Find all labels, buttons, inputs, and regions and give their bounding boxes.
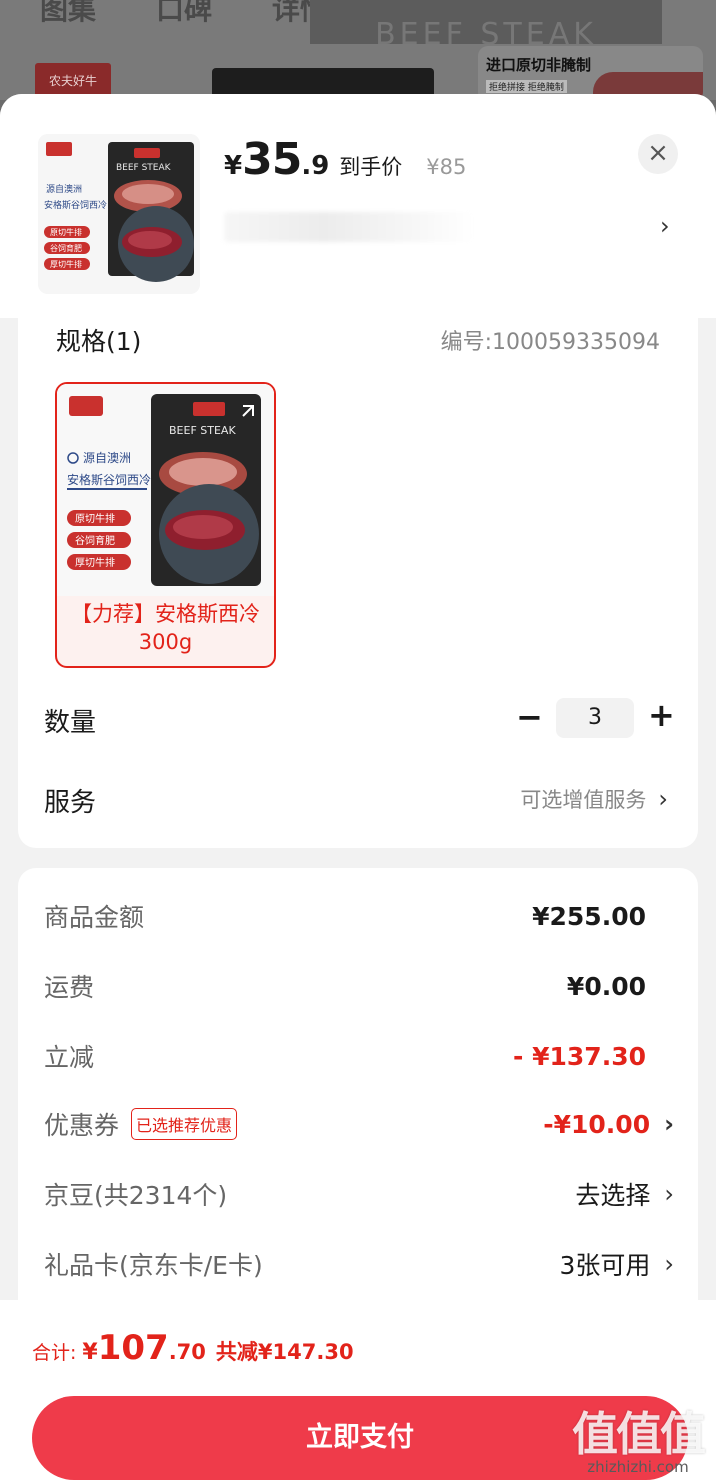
coupon-label-group: 优惠券 已选推荐优惠: [44, 1106, 238, 1142]
gift-card-value-text: 3张可用: [559, 1251, 651, 1280]
quantity-increase-button[interactable]: +: [648, 696, 675, 734]
total-decimal: .70: [168, 1340, 206, 1364]
close-button[interactable]: ×: [638, 134, 678, 174]
coupon-label: 优惠券: [44, 1111, 120, 1140]
total-saving: 共减¥147.30: [215, 1340, 354, 1364]
product-thumbnail-image: BEEF STEAK 源自澳洲 安格斯谷饲西冷 原切牛排 谷饲育肥 厚切牛排: [38, 134, 200, 294]
instant-discount-value: - ¥137.30: [513, 1042, 674, 1071]
chevron-right-icon: ›: [658, 785, 668, 813]
shipping-text: ¥0.00: [566, 971, 646, 1001]
price-row: ¥ 35 .9 到手价 ¥85: [224, 134, 466, 185]
service-label: 服务: [44, 788, 97, 818]
bg-tab-reviews: 口碑: [156, 0, 213, 26]
instant-discount-text: - ¥137.30: [513, 1041, 646, 1071]
total-label: 合计:: [32, 1342, 77, 1364]
chevron-right-icon: ›: [664, 1110, 674, 1138]
coupon-value: -¥10.00 ›: [543, 1110, 674, 1139]
coupon-value-text: -¥10.00: [543, 1109, 651, 1139]
thumb-name: 安格斯谷饲西冷: [44, 199, 107, 211]
final-price-label: 到手价: [339, 155, 403, 179]
instant-discount-row: 立减 - ¥137.30: [44, 1038, 674, 1074]
original-price: ¥85: [426, 155, 467, 179]
watermark-url: zhizhizhi.com: [587, 1458, 689, 1476]
coupon-recommended-badge: 已选推荐优惠: [131, 1108, 238, 1140]
goods-amount-label: 商品金额: [44, 903, 145, 932]
blurred-address[interactable]: [224, 212, 474, 242]
shipping-label: 运费: [44, 973, 95, 1002]
bg-card-sub: 拒绝拼接 拒绝腌制: [486, 80, 567, 93]
site-watermark: 值值值 zhizhizhi.com: [572, 1407, 706, 1476]
spec-option-selected[interactable]: BEEF STEAK 源自澳洲 安格斯谷饲西冷 原切牛排 谷饲育肥 厚切牛排 【…: [55, 382, 276, 668]
watermark-logo: 值值值: [572, 1407, 706, 1461]
spec-badge-3: 厚切牛排: [75, 556, 115, 569]
price-currency: ¥: [224, 151, 243, 181]
thumb-badge-3: 厚切牛排: [50, 259, 82, 269]
background-banner: BEEF STEAK: [310, 0, 662, 44]
product-thumbnail[interactable]: BEEF STEAK 源自澳洲 安格斯谷饲西冷 原切牛排 谷饲育肥 厚切牛排: [38, 134, 200, 294]
jingdou-row[interactable]: 京豆(共2314个) 去选择 ›: [44, 1176, 674, 1212]
product-code: 编号:100059335094: [440, 330, 660, 355]
shipping-row: 运费 ¥0.00: [44, 968, 674, 1004]
quantity-label: 数量: [44, 708, 97, 738]
chevron-right-icon[interactable]: ›: [660, 212, 670, 240]
goods-amount-row: 商品金额 ¥255.00: [44, 898, 674, 934]
spec-origin: 源自澳洲: [83, 451, 131, 465]
bg-tab-gallery: 图集: [40, 0, 97, 26]
quantity-input[interactable]: 3: [556, 698, 634, 738]
spec-pack-title: BEEF STEAK: [169, 424, 236, 437]
gift-card-label: 礼品卡(京东卡/E卡): [44, 1251, 263, 1280]
service-value: 可选增值服务: [520, 788, 647, 812]
gift-card-value: 3张可用 ›: [559, 1246, 674, 1282]
chevron-right-icon: ›: [664, 1180, 674, 1208]
purchase-sheet: BEEF STEAK 源自澳洲 安格斯谷饲西冷 原切牛排 谷饲育肥 厚切牛排 ¥…: [0, 94, 716, 1484]
goods-amount-value: ¥255.00: [532, 902, 674, 931]
thumb-pack-title: BEEF STEAK: [116, 163, 172, 173]
order-total: 合计: ¥ 107 .70 共减¥147.30: [32, 1328, 354, 1368]
spec-name: 安格斯谷饲西冷: [67, 472, 151, 487]
total-integer: 107: [97, 1328, 169, 1368]
shipping-value: ¥0.00: [567, 972, 674, 1001]
instant-discount-label: 立减: [44, 1043, 95, 1072]
thumb-origin: 源自澳洲: [46, 183, 82, 195]
jingdou-value: 去选择 ›: [575, 1176, 674, 1212]
price-decimal: .9: [301, 151, 330, 181]
service-selector[interactable]: 可选增值服务 ›: [520, 784, 668, 814]
spec-option-image: BEEF STEAK 源自澳洲 安格斯谷饲西冷 原切牛排 谷饲育肥 厚切牛排: [57, 384, 274, 596]
options-panel: 规格(1) 编号:100059335094 BEEF STEAK 源自澳洲 安格…: [18, 318, 698, 848]
coupon-row[interactable]: 优惠券 已选推荐优惠 -¥10.00 ›: [44, 1106, 674, 1142]
background-tabs: 图集 口碑 详情: [40, 0, 328, 28]
gift-card-row[interactable]: 礼品卡(京东卡/E卡) 3张可用 ›: [44, 1246, 674, 1282]
chevron-right-icon: ›: [664, 1250, 674, 1278]
thumb-badge-1: 原切牛排: [50, 227, 82, 237]
spec-title: 规格(1): [56, 327, 142, 356]
price-integer: 35: [242, 134, 302, 185]
price-summary-panel: 商品金额 ¥255.00 运费 ¥0.00 立减 - ¥137.30 优惠券 已…: [18, 868, 698, 1328]
close-icon: ×: [647, 138, 669, 168]
spec-badge-1: 原切牛排: [75, 512, 115, 525]
total-currency: ¥: [82, 1340, 98, 1365]
goods-amount-text: ¥255.00: [532, 901, 646, 931]
sheet-header: BEEF STEAK 源自澳洲 安格斯谷饲西冷 原切牛排 谷饲育肥 厚切牛排 ¥…: [0, 94, 716, 318]
jingdou-label: 京豆(共2314个): [44, 1181, 228, 1210]
jingdou-value-text: 去选择: [575, 1181, 651, 1210]
spec-badge-2: 谷饲育肥: [75, 534, 115, 547]
background-page: 图集 口碑 详情 BEEF STEAK 农夫好牛 进口原切非腌制 拒绝拼接 拒绝…: [0, 0, 716, 102]
quantity-decrease-button[interactable]: −: [516, 698, 543, 736]
thumb-badge-2: 谷饲育肥: [50, 243, 82, 253]
spec-option-label: 【力荐】安格斯西冷300g: [71, 602, 260, 654]
